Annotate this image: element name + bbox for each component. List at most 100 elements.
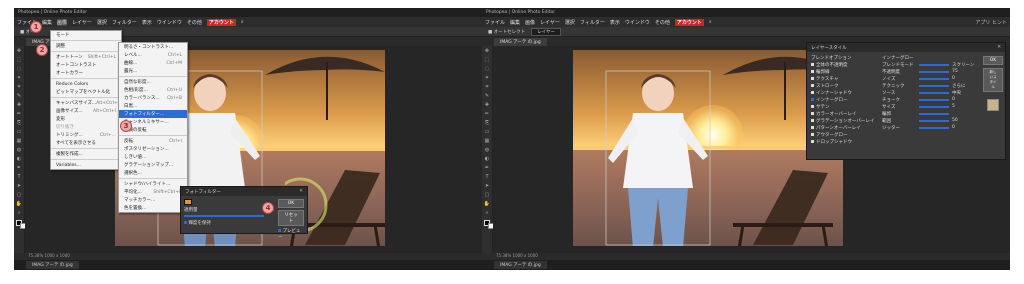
property-slider[interactable] xyxy=(919,63,949,66)
menu-item[interactable]: その他 xyxy=(187,19,202,26)
ok-button[interactable]: OK xyxy=(983,56,1003,65)
effect-checkbox[interactable] xyxy=(811,133,814,136)
reset-button[interactable]: リセット xyxy=(278,210,304,226)
marquee-icon[interactable]: ⬚ xyxy=(14,55,24,64)
property-value[interactable]: さらに xyxy=(952,83,966,89)
menu-item[interactable]: しきい値... xyxy=(119,153,187,161)
eyedropper-icon[interactable]: ✎ xyxy=(14,91,24,100)
effect-checkbox[interactable] xyxy=(811,63,814,66)
dodge-icon[interactable]: ◐ xyxy=(14,154,24,163)
menu-item[interactable]: レベル... Ctrl+L xyxy=(119,51,187,59)
menu-item[interactable]: レイヤー xyxy=(540,19,560,26)
blur-icon[interactable]: ◍ xyxy=(14,145,24,154)
effect-checkbox[interactable] xyxy=(811,140,814,143)
search-icon[interactable]: ⌕ xyxy=(709,19,712,25)
menu-item[interactable]: 露光... xyxy=(119,67,187,75)
eyedropper-icon[interactable]: ✎ xyxy=(482,91,492,100)
gradient-icon[interactable]: ▦ xyxy=(482,136,492,145)
ok-button[interactable]: OK xyxy=(278,199,304,208)
gradient-icon[interactable]: ▦ xyxy=(14,136,24,145)
menu-item[interactable]: ファイル xyxy=(485,19,505,26)
stamp-icon[interactable]: ⎘ xyxy=(482,118,492,127)
menu-item[interactable]: 表示 xyxy=(142,19,152,26)
move-icon[interactable]: ✥ xyxy=(482,46,492,55)
menu-item[interactable]: Variables... xyxy=(51,161,121,169)
brush-icon[interactable]: ✏ xyxy=(14,109,24,118)
menu-item[interactable]: フォトフィルター... xyxy=(119,110,187,118)
property-value[interactable]: 中央 xyxy=(952,90,961,96)
menu-item[interactable]: 画像 xyxy=(525,19,535,26)
effect-item[interactable]: ドロップシャドウ xyxy=(809,138,875,145)
dodge-icon[interactable]: ◐ xyxy=(482,154,492,163)
effect-item[interactable]: グラデーションオーバーレイ xyxy=(809,117,875,124)
menu-item[interactable]: ポスタリゼーション... xyxy=(119,145,187,153)
eraser-icon[interactable]: ▭ xyxy=(482,127,492,136)
effect-checkbox[interactable] xyxy=(811,126,814,129)
heal-icon[interactable]: ✚ xyxy=(482,100,492,109)
hand-icon[interactable]: ✋ xyxy=(14,199,24,208)
menu-item[interactable]: 調整 xyxy=(51,42,121,50)
heal-icon[interactable]: ✚ xyxy=(14,100,24,109)
path-select-icon[interactable]: ➤ xyxy=(482,181,492,190)
effect-checkbox[interactable] xyxy=(811,119,814,122)
menu-item[interactable]: トリミング... Ctrl+... xyxy=(51,131,121,139)
preview-checkbox[interactable]: プレビュー xyxy=(278,229,300,240)
menu-item[interactable]: マッチカラー... xyxy=(119,196,187,204)
zoom-icon[interactable]: ⌕ xyxy=(482,208,492,217)
effect-item[interactable]: テクスチャ xyxy=(809,75,875,82)
menu-item[interactable]: 編集 xyxy=(510,19,520,26)
pen-icon[interactable]: ✒ xyxy=(482,163,492,172)
blur-icon[interactable]: ◍ xyxy=(482,145,492,154)
bottom-tab[interactable]: IMAG アーテ の.jpg xyxy=(26,261,79,269)
text-icon[interactable]: T xyxy=(482,172,492,181)
effect-checkbox[interactable] xyxy=(811,98,814,101)
property-slider[interactable] xyxy=(919,98,949,101)
effect-item[interactable]: アウターグロー xyxy=(809,131,875,138)
account-button[interactable]: アカウント xyxy=(674,18,704,26)
new-style-button[interactable]: 新しいスタイル xyxy=(983,68,1003,92)
property-value[interactable]: 0 xyxy=(952,97,955,102)
move-icon[interactable]: ✥ xyxy=(14,46,24,55)
menu-item[interactable]: ウインドウ xyxy=(157,19,182,26)
menu-item[interactable]: レイヤー xyxy=(72,19,92,26)
luminosity-checkbox[interactable]: 輝度を保持 xyxy=(188,221,211,226)
menu-item[interactable]: 白黒... xyxy=(119,102,187,110)
menu-item[interactable]: カラーバランス... Ctrl+B xyxy=(119,94,187,102)
property-value[interactable]: 50 xyxy=(952,118,958,123)
menu-item[interactable]: 色を置換... xyxy=(119,204,187,212)
menu-item[interactable]: 画像 xyxy=(57,18,68,26)
eraser-icon[interactable]: ▭ xyxy=(14,127,24,136)
marquee-icon[interactable]: ⬚ xyxy=(482,55,492,64)
property-value[interactable]: 0 xyxy=(952,76,955,81)
menu-item[interactable]: オートカラー xyxy=(51,69,121,77)
hand-icon[interactable]: ✋ xyxy=(482,199,492,208)
menu-item[interactable]: その他 xyxy=(655,19,670,26)
menu-item[interactable]: 色相/彩度... Ctrl+U xyxy=(119,86,187,94)
shape-icon[interactable]: ▢ xyxy=(482,190,492,199)
stamp-icon[interactable]: ⎘ xyxy=(14,118,24,127)
menu-item[interactable]: 編集 xyxy=(42,19,52,26)
effect-checkbox[interactable] xyxy=(811,77,814,80)
menu-item[interactable]: ウインドウ xyxy=(625,19,650,26)
crop-icon[interactable]: ⌗ xyxy=(482,82,492,91)
menu-item[interactable]: 明るさ・コントラスト... xyxy=(119,43,187,51)
effect-item[interactable]: 全体の不透明度 xyxy=(809,61,875,68)
property-value[interactable]: 5 xyxy=(952,104,955,109)
effect-checkbox[interactable] xyxy=(811,112,814,115)
menu-item[interactable]: Reduce Colors xyxy=(51,80,121,88)
brush-icon[interactable]: ✏ xyxy=(482,109,492,118)
property-slider[interactable] xyxy=(919,91,949,94)
property-slider[interactable] xyxy=(919,112,949,115)
menu-item[interactable]: 選択 xyxy=(97,19,107,26)
property-value[interactable]: 75 xyxy=(952,69,958,74)
doc-tab[interactable]: IMAG アーテ の.jpg xyxy=(494,38,547,46)
menu-item[interactable]: 自然な彩度... xyxy=(119,78,187,86)
photo-canvas[interactable] xyxy=(573,50,843,246)
menu-item[interactable]: フィルター xyxy=(580,19,605,26)
wand-icon[interactable]: ✶ xyxy=(482,73,492,82)
menu-item[interactable]: ビットマップをベクトル化 xyxy=(51,88,121,96)
effect-item[interactable]: インナーシャドウ xyxy=(809,89,875,96)
menu-item[interactable]: オートコントラスト xyxy=(51,61,121,69)
effect-item[interactable]: カラーオーバーレイ xyxy=(809,110,875,117)
menu-item[interactable]: グラデーションマップ... xyxy=(119,161,187,169)
